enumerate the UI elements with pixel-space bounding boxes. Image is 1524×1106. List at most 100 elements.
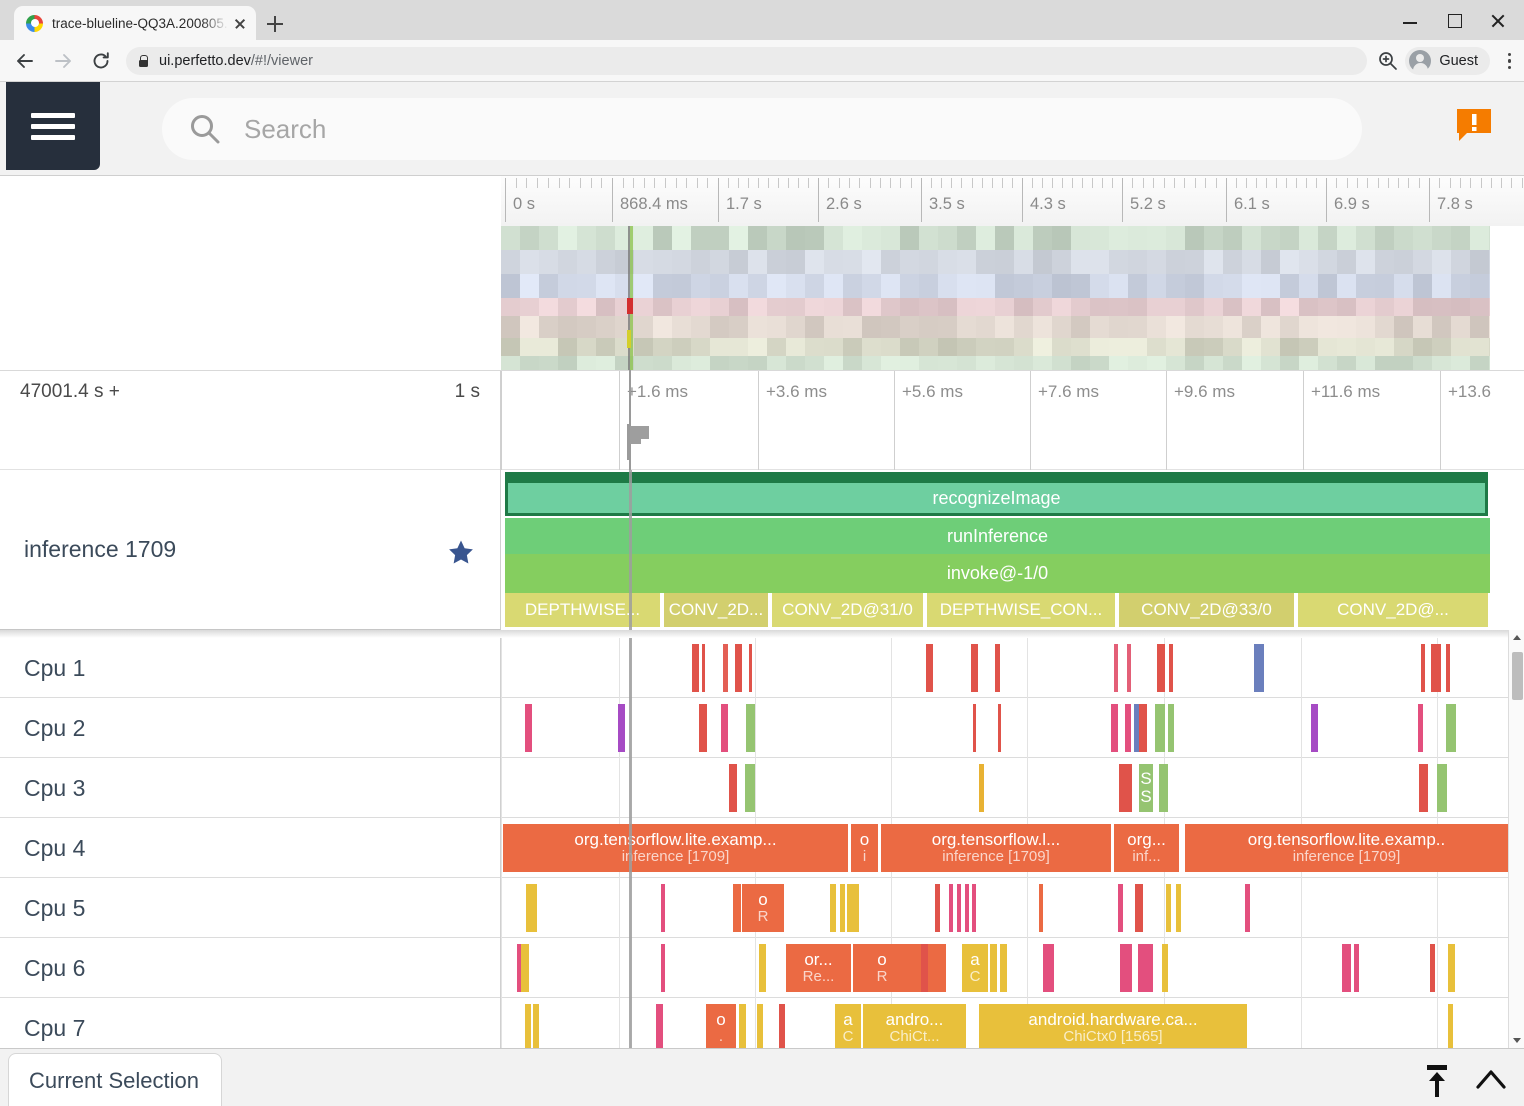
cpu-slice[interactable] xyxy=(965,884,969,932)
cpu-slice[interactable] xyxy=(702,644,705,692)
cpu-slice[interactable] xyxy=(1430,944,1435,992)
cpu-slice[interactable] xyxy=(1354,944,1359,992)
cpu-track-label-cell[interactable]: Cpu 5 xyxy=(0,878,501,938)
cpu-slice[interactable] xyxy=(1446,644,1450,692)
cpu-track-label-cell[interactable]: Cpu 6 xyxy=(0,938,501,998)
address-bar[interactable]: ui.perfetto.dev/#!/viewer xyxy=(126,47,1367,75)
cpu-slice[interactable] xyxy=(840,884,845,932)
cpu-slice[interactable] xyxy=(1448,944,1455,992)
cpu-slice[interactable] xyxy=(1043,944,1054,992)
vertical-scrollbar[interactable] xyxy=(1508,630,1524,1048)
cpu-slice[interactable]: oi xyxy=(851,824,878,872)
cpu-track-row[interactable]: Cpu 3 SS xyxy=(0,758,1508,818)
scrollbar-thumb[interactable] xyxy=(1512,652,1523,700)
cpu-slice[interactable] xyxy=(692,644,699,692)
cpu-track-row[interactable]: Cpu 4org.tensorflow.lite.examp...inferen… xyxy=(0,818,1508,878)
cpu-slice[interactable] xyxy=(1111,704,1118,752)
cpu-slice[interactable] xyxy=(661,884,665,932)
cpu-slice[interactable] xyxy=(746,704,755,752)
cpu-slice[interactable]: SS xyxy=(1139,764,1153,812)
cpu-slice[interactable]: org.tensorflow.lite.examp...inference [1… xyxy=(503,824,848,872)
cpu-slice[interactable] xyxy=(928,944,946,992)
cpu-slice[interactable] xyxy=(1168,704,1174,752)
track-label-cell[interactable]: inference 1709 xyxy=(0,470,501,630)
cpu-slice[interactable]: or...Re... xyxy=(786,944,851,992)
inference-track[interactable]: inference 1709 recognizeImagerunInferenc… xyxy=(0,470,1524,630)
scroll-down-arrow-icon[interactable] xyxy=(1509,1032,1524,1048)
cpu-slice-canvas[interactable]: org.tensorflow.lite.examp...inference [1… xyxy=(501,818,1508,878)
cpu-slice-canvas[interactable]: o.aCandro...ChiCt...android.hardware.ca.… xyxy=(501,998,1508,1048)
tab-current-selection[interactable]: Current Selection xyxy=(8,1053,222,1106)
cpu-slice[interactable] xyxy=(973,704,976,752)
reload-icon[interactable] xyxy=(82,42,120,80)
cpu-slice[interactable] xyxy=(926,644,933,692)
cpu-slice-canvas[interactable] xyxy=(501,698,1508,758)
cpu-slice[interactable] xyxy=(1125,704,1131,752)
overview-time-ruler[interactable]: 0 s868.4 ms1.7 s2.6 s3.5 s4.3 s5.2 s6.1 … xyxy=(0,176,1524,226)
cpu-track-label-cell[interactable]: Cpu 3 xyxy=(0,758,501,818)
inference-leaf-slice[interactable]: DEPTHWISE... xyxy=(505,593,662,627)
cpu-slice[interactable] xyxy=(1169,644,1173,692)
cpu-slice[interactable] xyxy=(779,1004,785,1048)
cpu-slice-canvas[interactable]: or...Re...oRaC xyxy=(501,938,1508,998)
cpu-slice[interactable] xyxy=(995,644,1000,692)
cpu-slice[interactable] xyxy=(1114,644,1118,692)
cpu-slice[interactable] xyxy=(1155,704,1165,752)
cpu-slice[interactable] xyxy=(525,1004,531,1048)
cpu-slice[interactable] xyxy=(847,884,859,932)
cpu-slice[interactable] xyxy=(533,1004,539,1048)
cpu-slice[interactable] xyxy=(935,884,940,932)
cpu-track-row[interactable]: Cpu 1 xyxy=(0,638,1508,698)
cpu-slice[interactable] xyxy=(1138,944,1153,992)
cpu-slice[interactable] xyxy=(525,704,532,752)
cpu-track-row[interactable]: Cpu 5 oR xyxy=(0,878,1508,938)
cpu-slice[interactable] xyxy=(971,644,978,692)
cpu-slice[interactable] xyxy=(1000,944,1007,992)
inference-leaf-slice[interactable]: CONV_2D@33/0 xyxy=(1119,593,1296,627)
cpu-track-row[interactable]: Cpu 7o.aCandro...ChiCt...android.hardwar… xyxy=(0,998,1508,1048)
viewport-time-ruler[interactable]: 47001.4 s + 1 s +1.6 ms+3.6 ms+5.6 ms+7.… xyxy=(0,370,1524,470)
cpu-slice[interactable] xyxy=(757,1004,763,1048)
cpu-track-label-cell[interactable]: Cpu 2 xyxy=(0,698,501,758)
cpu-slice[interactable] xyxy=(1166,884,1171,932)
cpu-slice[interactable] xyxy=(1446,704,1456,752)
cpu-slice[interactable]: org...inf... xyxy=(1114,824,1179,872)
back-arrow-icon[interactable] xyxy=(6,42,44,80)
cpu-slice[interactable] xyxy=(1157,644,1165,692)
cpu-slice[interactable] xyxy=(733,884,741,932)
plus-icon[interactable] xyxy=(262,11,288,37)
cpu-slice[interactable]: oR xyxy=(742,884,784,932)
cpu-slice[interactable] xyxy=(1139,704,1147,752)
error-speech-bubble-icon[interactable] xyxy=(1455,107,1493,143)
cpu-slice[interactable] xyxy=(972,884,976,932)
maximize-icon[interactable] xyxy=(1432,0,1476,40)
inference-leaf-slice[interactable]: CONV_2D@31/0 xyxy=(772,593,925,627)
flag-marker-icon[interactable] xyxy=(627,424,657,460)
inference-leaf-slice[interactable]: DEPTHWISE_CON... xyxy=(927,593,1117,627)
cpu-slice[interactable]: aC xyxy=(962,944,988,992)
cpu-slice[interactable] xyxy=(998,704,1001,752)
search-box[interactable] xyxy=(162,98,1362,160)
cpu-slice[interactable] xyxy=(1245,884,1250,932)
cpu-slice[interactable] xyxy=(749,644,752,692)
cpu-slice[interactable] xyxy=(1039,884,1043,932)
inference-slice-canvas[interactable]: recognizeImagerunInferenceinvoke@-1/0 DE… xyxy=(501,470,1490,630)
cpu-slice[interactable]: aC xyxy=(835,1004,861,1048)
pin-to-top-icon[interactable] xyxy=(1418,1061,1456,1099)
cpu-slice[interactable] xyxy=(1418,704,1423,752)
cpu-track-label-cell[interactable]: Cpu 1 xyxy=(0,638,501,698)
inference-leaf-slice[interactable]: CONV_2D... xyxy=(664,593,770,627)
cpu-slice[interactable] xyxy=(1311,704,1318,752)
cpu-slice[interactable] xyxy=(521,944,529,992)
cpu-slice[interactable] xyxy=(745,764,755,812)
cpu-slice[interactable] xyxy=(721,704,728,752)
overview-minimap[interactable] xyxy=(501,226,1490,370)
cpu-slice[interactable] xyxy=(729,764,737,812)
cpu-slice[interactable]: andro...ChiCt... xyxy=(863,1004,966,1048)
cpu-track-list[interactable]: Cpu 1Cpu 2Cpu 3 SS Cpu 4org.tensorflow.lit… xyxy=(0,630,1524,1048)
inference-slice[interactable]: recognizeImage xyxy=(505,480,1488,516)
cpu-slice[interactable] xyxy=(1159,764,1168,812)
chevron-up-icon[interactable] xyxy=(1472,1061,1510,1099)
cpu-slice[interactable] xyxy=(1437,764,1447,812)
cpu-slice-canvas[interactable]: SS xyxy=(501,758,1508,818)
